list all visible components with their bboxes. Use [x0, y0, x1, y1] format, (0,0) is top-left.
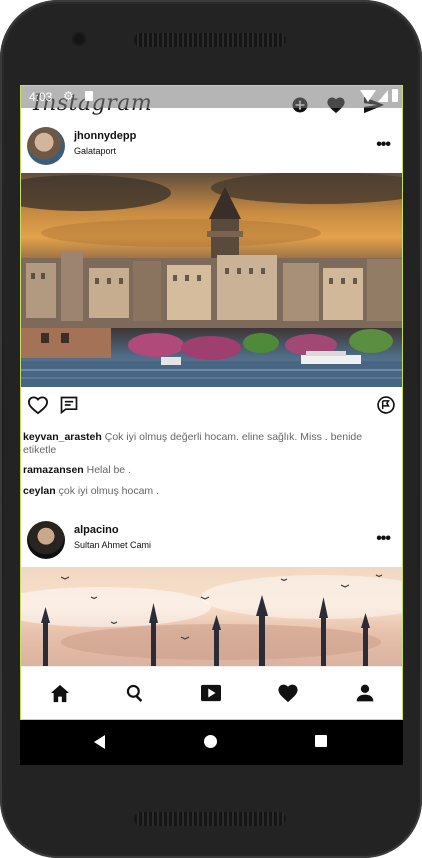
search-icon[interactable] — [125, 683, 145, 703]
profile-icon[interactable] — [355, 683, 375, 703]
post-header: jhonnydepp Galataport ••• — [21, 122, 402, 174]
sd-card-icon — [85, 91, 93, 101]
earpiece-speaker — [134, 33, 286, 47]
front-camera — [72, 32, 86, 46]
home-icon[interactable] — [49, 683, 71, 703]
comment-text: çok iyi olmuş hocam . — [58, 485, 159, 497]
system-navigation-bar — [20, 720, 403, 765]
comment-item: ceylan çok iyi olmuş hocam . — [23, 485, 397, 498]
device-frame: Instagram 4:03 ⚙ — [0, 0, 422, 858]
app-viewport: Instagram 4:03 ⚙ — [20, 85, 403, 720]
post-location[interactable]: Galataport — [74, 146, 116, 156]
post-location[interactable]: Sultan Ahmet Cami — [74, 540, 151, 550]
heart-outline-icon[interactable] — [27, 395, 49, 415]
bottom-navigation — [21, 666, 402, 719]
avatar[interactable] — [27, 521, 65, 559]
post-image[interactable] — [21, 567, 402, 677]
comment-username[interactable]: ceylan — [23, 485, 56, 497]
post-header: alpacino Sultan Ahmet Cami ••• — [21, 516, 402, 568]
more-options-icon[interactable]: ••• — [376, 136, 391, 154]
status-time: 4:03 — [29, 90, 53, 104]
comment-username[interactable]: keyvan_arasteh — [23, 431, 102, 443]
home-button-icon[interactable] — [204, 735, 217, 748]
comment-icon[interactable] — [59, 395, 79, 415]
mosque-scene — [21, 574, 402, 677]
post-image[interactable] — [21, 173, 402, 387]
recent-apps-icon[interactable] — [315, 735, 327, 747]
more-options-icon[interactable]: ••• — [376, 530, 391, 548]
back-icon[interactable] — [94, 735, 105, 749]
avatar[interactable] — [27, 127, 65, 165]
battery-icon — [392, 89, 398, 102]
badge-icon[interactable] — [376, 395, 396, 415]
heart-icon[interactable] — [277, 683, 299, 703]
comment-item: ramazansen Helal be . — [23, 464, 397, 477]
bottom-speaker — [134, 812, 286, 826]
post-username[interactable]: jhonnydepp — [74, 130, 136, 142]
comment-username[interactable]: ramazansen — [23, 464, 84, 476]
post-actions — [21, 391, 402, 421]
status-bar: 4:03 ⚙ — [21, 86, 402, 108]
signal-icon — [378, 90, 388, 102]
comment-text: Helal be . — [86, 464, 131, 476]
screen: Instagram 4:03 ⚙ — [20, 85, 403, 765]
galata-scene — [21, 173, 402, 387]
settings-icon: ⚙ — [63, 89, 74, 103]
video-icon[interactable] — [200, 683, 222, 703]
comment-item: keyvan_arasteh Çok iyi olmuş değerli hoc… — [23, 431, 397, 457]
post-username[interactable]: alpacino — [74, 524, 119, 536]
wifi-icon — [360, 90, 376, 102]
